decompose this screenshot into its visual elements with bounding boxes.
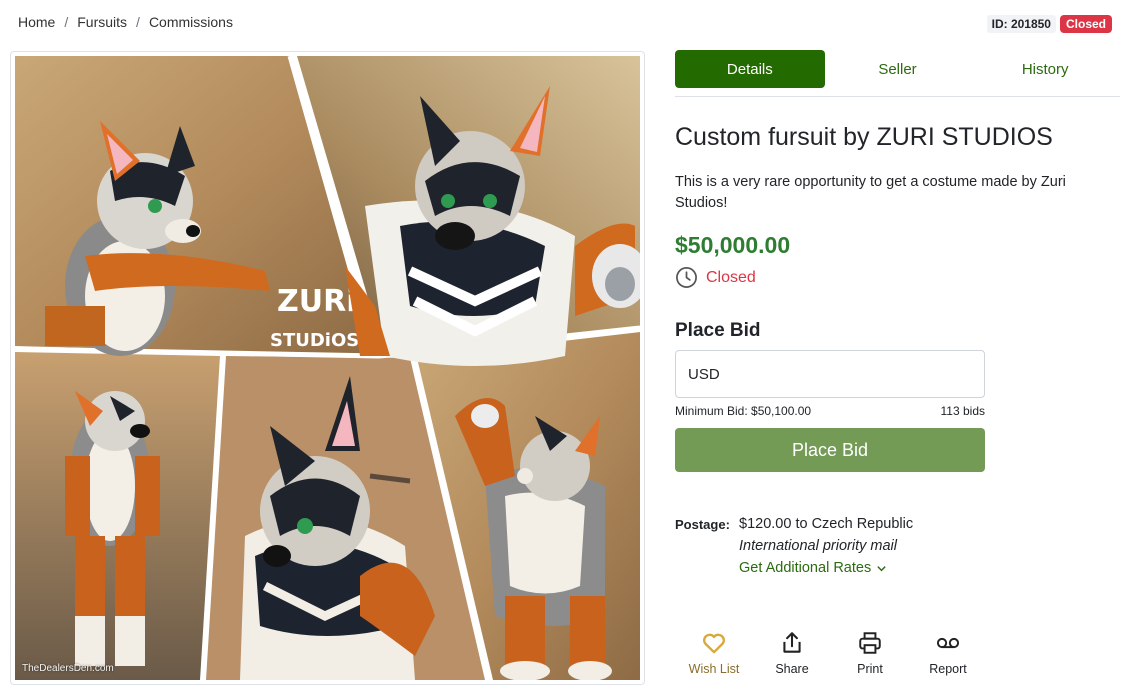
tab-history[interactable]: History (970, 50, 1120, 88)
listing-status: Closed (675, 266, 756, 289)
collage-graphic: ZURi STUDiOS (15, 56, 640, 680)
breadcrumb-commissions[interactable]: Commissions (149, 14, 233, 30)
additional-rates-label: Get Additional Rates (739, 560, 872, 576)
minimum-bid: Minimum Bid: $50,100.00 (675, 404, 812, 418)
report-button[interactable]: Report (909, 630, 987, 676)
listing-description: This is a very rare opportunity to get a… (675, 174, 1066, 211)
listing-tabs: Details Seller History (675, 50, 1120, 97)
breadcrumb-home[interactable]: Home (18, 14, 55, 30)
breadcrumb: Home / Fursuits / Commissions (18, 14, 233, 30)
place-bid-heading: Place Bid (675, 320, 761, 341)
tab-details[interactable]: Details (675, 50, 825, 88)
print-button[interactable]: Print (831, 630, 909, 676)
fursuit-photo-collage: ZURi STUDiOS TheDealersDen.com (15, 56, 640, 680)
additional-rates-link[interactable]: Get Additional Rates (739, 557, 913, 579)
postage-method: International priority mail (739, 538, 897, 554)
breadcrumb-separator: / (136, 14, 140, 30)
postage-info: $120.00 to Czech Republic International … (739, 513, 913, 579)
print-label: Print (857, 662, 883, 676)
report-label: Report (929, 662, 967, 676)
listing-price: $50,000.00 (675, 232, 791, 258)
postage-label: Postage: (675, 517, 730, 532)
tab-seller[interactable]: Seller (823, 50, 973, 88)
wish-list-label: Wish List (688, 662, 740, 676)
postage-section: Postage: $120.00 to Czech Republic Inter… (675, 513, 913, 579)
status-badge: Closed (1059, 15, 1112, 33)
breadcrumb-separator: / (64, 14, 69, 30)
wish-list-button[interactable]: Wish List (675, 630, 753, 676)
bid-amount-input[interactable] (675, 350, 985, 398)
status-text: Closed (706, 268, 756, 286)
bid-count: 113 bids (940, 404, 985, 418)
share-button[interactable]: Share (753, 630, 831, 676)
postage-cost: $120.00 to Czech Republic (739, 516, 914, 532)
share-icon (783, 632, 801, 653)
place-bid-button[interactable]: Place Bid (675, 428, 985, 472)
voicemail-icon (936, 637, 960, 649)
zuri-logo: ZURi (277, 284, 357, 319)
printer-icon (859, 632, 881, 654)
listing-id-box: ID: 201850 Closed (986, 15, 1112, 33)
studios-logo: STUDiOS (270, 330, 359, 351)
listing-actions: Wish List Share Print Report (675, 630, 987, 676)
chevron-down-icon (877, 565, 886, 571)
breadcrumb-fursuits[interactable]: Fursuits (77, 14, 127, 30)
listing-title: Custom fursuit by ZURI STUDIOS (675, 123, 1053, 151)
share-label: Share (775, 662, 809, 676)
watermark: TheDealersDen.com (22, 663, 114, 674)
product-image[interactable]: ZURi STUDiOS TheDealersDen.com (10, 51, 645, 685)
heart-icon (703, 633, 725, 654)
bid-meta: Minimum Bid: $50,100.00 113 bids (675, 404, 985, 418)
clock-icon (676, 267, 697, 288)
listing-id: ID: 201850 (986, 15, 1056, 33)
